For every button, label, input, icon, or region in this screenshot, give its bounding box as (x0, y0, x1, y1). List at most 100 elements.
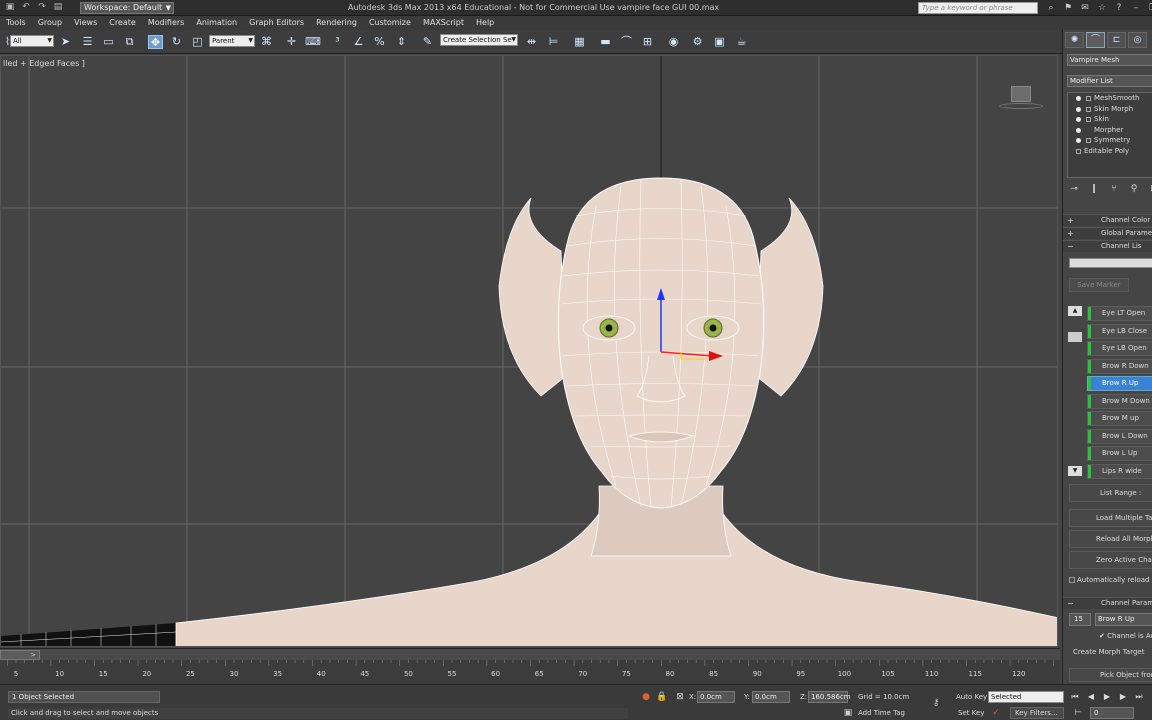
rendered-frame-window-icon[interactable]: ▣ (712, 35, 727, 49)
z-coordinate-field[interactable]: 160.586cm (808, 691, 851, 703)
schematic-view-icon[interactable]: ⊞ (640, 35, 655, 49)
x-coordinate-field[interactable]: 0.0cm (697, 691, 735, 703)
time-tag-icon[interactable]: ▣ (842, 707, 854, 719)
help-icon[interactable]: ? (1112, 2, 1126, 14)
viewcube-icon[interactable] (1011, 86, 1031, 102)
edit-named-selection-icon[interactable]: ✎ (420, 35, 435, 49)
graphite-ribbon-icon[interactable]: ▬ (598, 35, 613, 49)
selection-lock-icon[interactable]: 🔒 (656, 691, 668, 703)
project-folder-icon[interactable]: ▤ (52, 2, 64, 13)
channel-eye-lb-close[interactable]: Eye LB Close (1087, 323, 1152, 339)
channel-brow-r-down[interactable]: Brow R Down (1087, 358, 1152, 374)
go-to-end-icon[interactable]: ⏭ (1132, 691, 1146, 703)
search-input[interactable]: Type a keyword or phrase (918, 2, 1038, 14)
go-to-start-icon[interactable]: ⏮ (1068, 691, 1082, 703)
rollout-channel-color-legend[interactable]: + Channel Color Le (1063, 214, 1152, 226)
next-frame-icon[interactable]: ▶ (1116, 691, 1130, 703)
channel-brow-l-up[interactable]: Brow L Up (1087, 446, 1152, 461)
search-icon[interactable]: ⌕ (1044, 2, 1058, 14)
reload-all-morph-targets-button[interactable]: Reload All Morph T (1069, 530, 1152, 548)
key-mode-icon[interactable]: ⊢ (1072, 707, 1084, 719)
menu-rendering[interactable]: Rendering (310, 16, 363, 30)
track-bar[interactable]: 5 10 15 20 25 30 35 40 45 50 55 60 65 70 75 80 85 90 95 100… (0, 660, 1060, 684)
material-editor-icon[interactable]: ◉ (666, 35, 681, 49)
subscription-icon[interactable]: ⚑ (1061, 2, 1075, 14)
select-by-name-icon[interactable]: ☰ (80, 35, 95, 49)
menu-views[interactable]: Views (68, 16, 103, 30)
channel-brow-r-up[interactable]: Brow R Up (1087, 376, 1152, 391)
load-multiple-targets-button[interactable]: Load Multiple Targ (1069, 509, 1152, 527)
menu-help[interactable]: Help (470, 16, 500, 30)
current-frame-field[interactable]: 0 (1090, 707, 1134, 719)
stack-item-meshsmooth[interactable]: MeshSmooth (1068, 93, 1152, 104)
channel-brow-l-down[interactable]: Brow L Down (1087, 428, 1152, 444)
modify-tab-icon[interactable]: ⌒ (1086, 32, 1105, 48)
rectangular-selection-icon[interactable]: ▭ (101, 35, 116, 49)
angle-snap-icon[interactable]: ∠ (351, 35, 366, 49)
mirror-icon[interactable]: ⇹ (524, 35, 539, 49)
key-mode-toggle-icon[interactable]: ✓ (990, 707, 1002, 719)
channel-active-checkbox[interactable]: ✔ Channel is Act (1099, 632, 1152, 640)
menu-maxscript[interactable]: MAXScript (417, 16, 470, 30)
workspace-dropdown[interactable]: Workspace: Default ▼ (80, 2, 174, 14)
key-filters-button[interactable]: Key Filters... (1010, 707, 1064, 719)
undo-icon[interactable]: ↶ (20, 2, 32, 13)
percent-snap-icon[interactable]: % (372, 35, 387, 49)
add-time-tag-button[interactable]: Add Time Tag (858, 709, 905, 717)
menu-create[interactable]: Create (103, 16, 142, 30)
channel-eye-lt-open[interactable]: Eye LT Open (1087, 306, 1152, 321)
auto-key-button[interactable]: Auto Key (956, 693, 987, 701)
expand-icon[interactable] (1086, 106, 1091, 112)
remove-modifier-icon[interactable]: ⚲ (1127, 183, 1141, 195)
pivot-center-icon[interactable]: ⌘ (259, 35, 274, 49)
app-menu-icon[interactable]: ▣ (4, 2, 16, 13)
select-object-icon[interactable]: ➤ (58, 35, 73, 49)
menu-customize[interactable]: Customize (363, 16, 417, 30)
selection-filter-dropdown[interactable]: All ▼ (10, 35, 54, 47)
render-production-icon[interactable]: ☕ (734, 35, 749, 49)
snaps-toggle-icon[interactable]: ³ (330, 35, 345, 49)
time-slider[interactable]: > (0, 648, 1060, 660)
select-and-move-icon[interactable]: ✥ (148, 35, 163, 49)
scroll-up-icon[interactable]: ▲ (1068, 306, 1082, 316)
make-unique-icon[interactable]: ⑂ (1107, 183, 1121, 195)
modifier-list-dropdown[interactable]: Modifier List (1067, 75, 1152, 87)
channel-brow-m-down[interactable]: Brow M Down (1087, 393, 1152, 409)
marker-name-field[interactable] (1069, 258, 1152, 268)
key-mode-dropdown[interactable]: Selected (988, 691, 1064, 703)
pick-object-from-scene-button[interactable]: Pick Object from (1069, 668, 1152, 682)
favorites-icon[interactable]: ☆ (1095, 2, 1109, 14)
menu-tools[interactable]: Tools (0, 16, 32, 30)
channel-number-field[interactable]: 15 (1069, 613, 1091, 626)
communication-icon[interactable]: ✉ (1078, 2, 1092, 14)
scroll-thumb[interactable] (1068, 332, 1082, 342)
menu-group[interactable]: Group (32, 16, 68, 30)
motion-tab-icon[interactable]: ◎ (1128, 32, 1147, 48)
channel-name-field[interactable]: Brow R Up (1095, 613, 1152, 626)
keyboard-shortcut-icon[interactable]: ⌨ (305, 35, 321, 49)
expand-icon[interactable] (1086, 138, 1091, 143)
minimize-icon[interactable]: – (1129, 2, 1143, 14)
zero-active-channel-values-button[interactable]: Zero Active Channe (1069, 551, 1152, 569)
isolate-selection-icon[interactable]: ● (640, 691, 652, 703)
save-marker-button[interactable]: Save Marker (1069, 278, 1129, 292)
bulb-icon[interactable] (1076, 127, 1081, 133)
reference-coordinate-dropdown[interactable]: Parent ▼ (209, 35, 255, 47)
create-tab-icon[interactable]: ✺ (1065, 32, 1084, 48)
align-icon[interactable]: ⊨ (546, 35, 561, 49)
stack-item-skin[interactable]: Skin (1068, 114, 1152, 125)
rollout-global-parameters[interactable]: + Global Parame (1063, 227, 1152, 239)
play-icon[interactable]: ▶ (1100, 691, 1114, 703)
expand-icon[interactable] (1076, 148, 1081, 154)
menu-modifiers[interactable]: Modifiers (142, 16, 191, 30)
time-slider-thumb[interactable]: > (0, 650, 40, 660)
window-crossing-icon[interactable]: ⧉ (122, 35, 137, 49)
expand-icon[interactable] (1086, 117, 1091, 122)
stack-item-morpher[interactable]: Morpher (1068, 125, 1152, 136)
channel-brow-m-up[interactable]: Brow M up (1087, 411, 1152, 426)
set-key-button[interactable]: Set Key (958, 709, 984, 717)
menu-graph-editors[interactable]: Graph Editors (243, 16, 310, 30)
restore-icon[interactable]: ❐ (1146, 2, 1152, 14)
y-coordinate-field[interactable]: 0.0cm (752, 691, 790, 703)
select-and-scale-icon[interactable]: ◰ (190, 35, 205, 49)
